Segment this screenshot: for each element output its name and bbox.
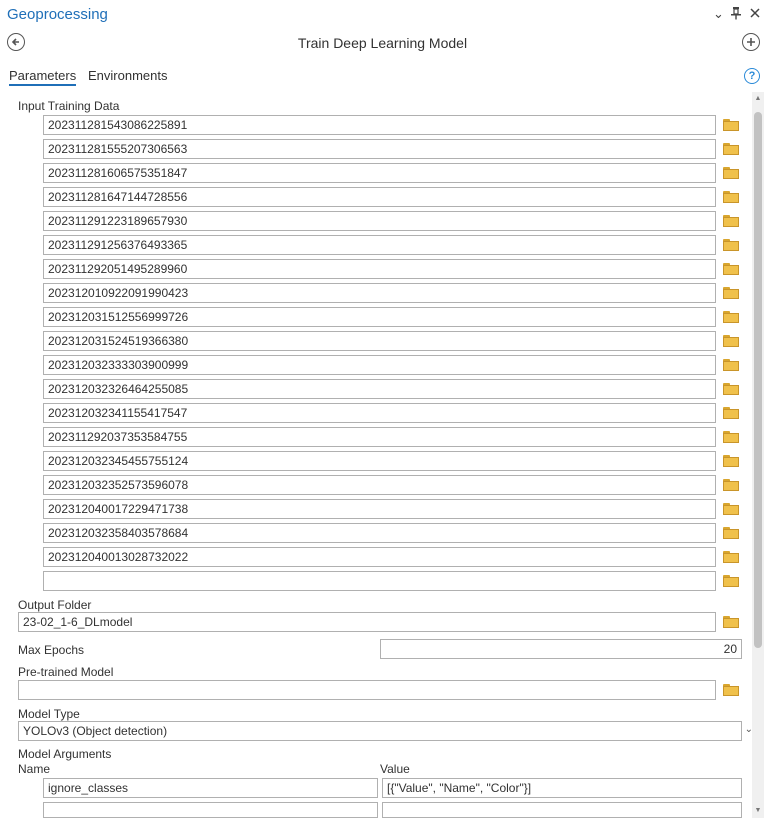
folder-icon[interactable] (723, 335, 739, 347)
model-arguments-name-header: Name (18, 762, 51, 776)
folder-icon[interactable] (723, 215, 739, 227)
folder-icon[interactable] (723, 263, 739, 275)
tool-title: Train Deep Learning Model (297, 35, 468, 51)
max-epochs-field[interactable]: 20 (380, 639, 742, 659)
folder-icon[interactable] (723, 143, 739, 155)
scroll-down-icon[interactable]: ▼ (752, 806, 764, 816)
pane-title: Geoprocessing (7, 6, 108, 23)
model-arguments-value-header: Value (380, 762, 410, 776)
tab-parameters[interactable]: Parameters (9, 68, 77, 86)
folder-icon[interactable] (723, 479, 739, 491)
folder-icon[interactable] (723, 239, 739, 251)
folder-icon[interactable] (723, 407, 739, 419)
training-data-field[interactable]: 202312040017229471738 (43, 499, 716, 519)
training-data-field[interactable] (43, 571, 716, 591)
folder-icon[interactable] (723, 527, 739, 539)
model-type-select[interactable]: YOLOv3 (Object detection) (18, 721, 742, 741)
training-data-field[interactable]: 202312032326464255085 (43, 379, 716, 399)
input-training-data-label: Input Training Data (18, 99, 120, 113)
close-icon[interactable] (750, 6, 760, 22)
folder-icon[interactable] (723, 575, 739, 587)
training-data-field[interactable]: 202311281543086225891 (43, 115, 716, 135)
training-data-field[interactable]: 202312031512556999726 (43, 307, 716, 327)
help-icon[interactable]: ? (744, 68, 760, 84)
folder-icon[interactable] (723, 359, 739, 371)
training-data-field[interactable]: 202312032352573596078 (43, 475, 716, 495)
pin-icon[interactable] (731, 6, 741, 24)
folder-icon[interactable] (723, 455, 739, 467)
folder-icon[interactable] (723, 167, 739, 179)
training-data-field[interactable]: 202312040013028732022 (43, 547, 716, 567)
pretrained-model-label: Pre-trained Model (18, 665, 114, 679)
output-folder-field[interactable]: 23-02_1-6_DLmodel (18, 612, 716, 632)
folder-icon[interactable] (723, 287, 739, 299)
argument-name-field[interactable]: ignore_classes (43, 778, 378, 798)
folder-icon[interactable] (723, 311, 739, 323)
output-folder-label: Output Folder (18, 598, 92, 612)
argument-value-field[interactable] (382, 802, 742, 818)
model-type-label: Model Type (18, 707, 80, 721)
training-data-field[interactable]: 202311291223189657930 (43, 211, 716, 231)
training-data-field[interactable]: 202311292037353584755 (43, 427, 716, 447)
training-data-field[interactable]: 202312031524519366380 (43, 331, 716, 351)
folder-icon[interactable] (723, 551, 739, 563)
folder-icon[interactable] (723, 191, 739, 203)
max-epochs-label: Max Epochs (18, 643, 85, 657)
training-data-field[interactable]: 202312032333303900999 (43, 355, 716, 375)
scrollbar-thumb[interactable] (754, 112, 762, 648)
training-data-field[interactable]: 202312032358403578684 (43, 523, 716, 543)
folder-icon[interactable] (723, 684, 739, 696)
folder-icon[interactable] (723, 431, 739, 443)
training-data-field[interactable]: 202311281606575351847 (43, 163, 716, 183)
training-data-field[interactable]: 202311292051495289960 (43, 259, 716, 279)
folder-icon[interactable] (723, 383, 739, 395)
pretrained-model-field[interactable] (18, 680, 716, 700)
training-data-field[interactable]: 202312010922091990423 (43, 283, 716, 303)
folder-icon[interactable] (723, 503, 739, 515)
training-data-field[interactable]: 202311281555207306563 (43, 139, 716, 159)
training-data-field[interactable]: 202312032341155417547 (43, 403, 716, 423)
training-data-field[interactable]: 202311281647144728556 (43, 187, 716, 207)
argument-name-field[interactable] (43, 802, 378, 818)
chevron-down-icon[interactable]: ⌄ (713, 6, 724, 22)
add-icon[interactable] (742, 33, 760, 51)
folder-icon[interactable] (723, 119, 739, 131)
folder-icon[interactable] (723, 616, 739, 628)
training-data-field[interactable]: 202312032345455755124 (43, 451, 716, 471)
training-data-field[interactable]: 202311291256376493365 (43, 235, 716, 255)
scroll-up-icon[interactable]: ▲ (752, 94, 764, 104)
model-arguments-label: Model Arguments (18, 747, 112, 761)
argument-value-field[interactable]: [{"Value", "Name", "Color"}] (382, 778, 742, 798)
tab-environments[interactable]: Environments (88, 68, 167, 83)
